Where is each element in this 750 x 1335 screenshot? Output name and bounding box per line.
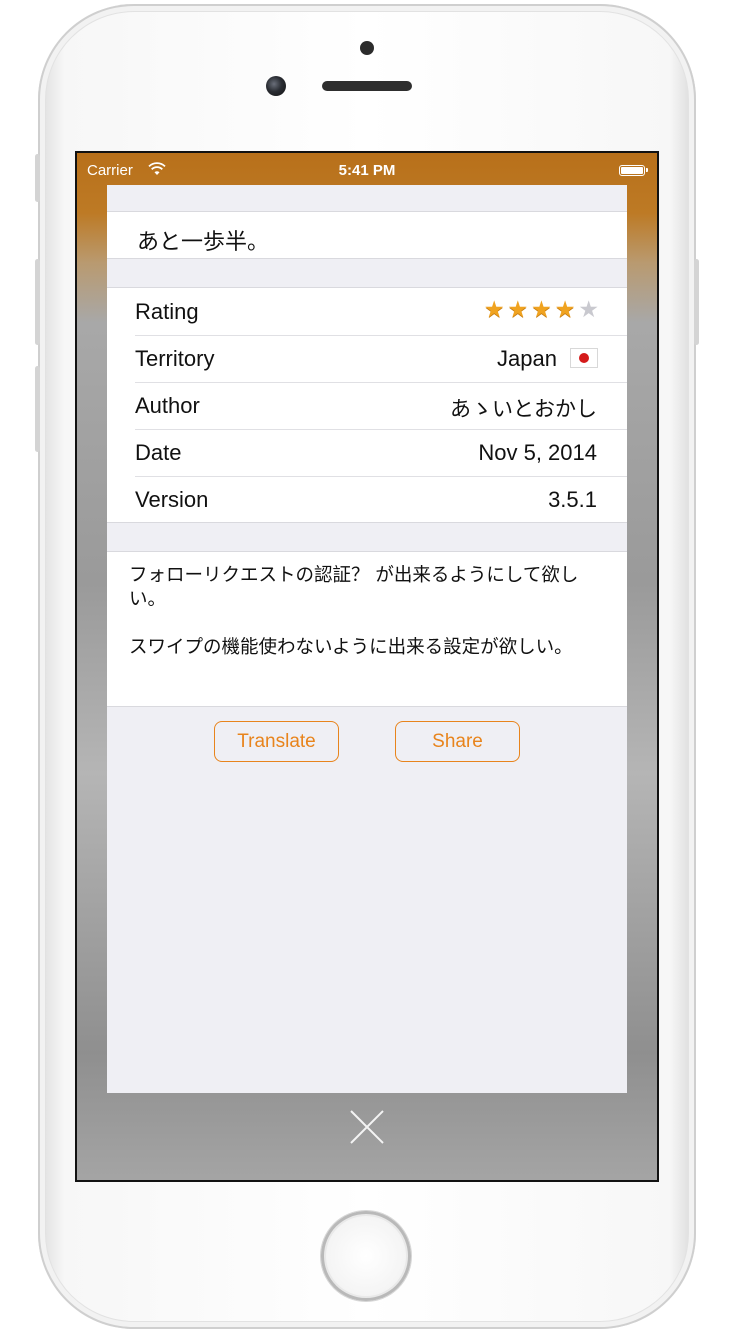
- screen: Carrier 5:41 PM あと一歩半。 Rating ★ ★ ★ ★ ★ Terr…: [75, 151, 659, 1182]
- review-body-paragraph: フォローリクエストの認証？ が出来るようにして欲しい。: [129, 565, 579, 610]
- japan-flag-icon: [571, 349, 597, 368]
- earpiece-speaker: [322, 81, 412, 91]
- review-body-paragraph: スワイプの機能使わないように出来る設定が欲しい。: [129, 637, 573, 658]
- rating-stars: ★ ★ ★ ★ ★: [484, 298, 599, 322]
- review-body-section: フォローリクエストの認証？ が出来るようにして欲しい。 スワイプの機能使わないよ…: [107, 551, 627, 707]
- battery-icon: [619, 165, 648, 176]
- rating-row: Rating ★ ★ ★ ★ ★: [135, 288, 627, 336]
- date-value: Nov 5, 2014: [478, 440, 597, 465]
- mute-switch: [35, 154, 40, 202]
- power-button: [694, 259, 699, 345]
- territory-row: Territory Japan: [135, 335, 627, 383]
- home-button[interactable]: [321, 1211, 411, 1301]
- review-title: あと一歩半。: [137, 230, 270, 255]
- author-value: あゝいとおかし: [450, 397, 597, 421]
- front-camera: [266, 76, 286, 96]
- status-time: 5:41 PM: [338, 162, 396, 179]
- territory-label: Territory: [135, 346, 215, 371]
- date-row: Date Nov 5, 2014: [135, 429, 627, 477]
- status-bar: Carrier 5:41 PM: [77, 153, 657, 189]
- star-filled-icon: ★: [531, 297, 552, 323]
- rating-label: Rating: [135, 299, 199, 324]
- version-row: Version 3.5.1: [135, 476, 627, 523]
- sensor-dot: [360, 41, 374, 55]
- volume-up-button: [35, 259, 40, 345]
- territory-text: Japan: [497, 346, 557, 371]
- review-details-section: Rating ★ ★ ★ ★ ★ Territory Japan Author あゝいと…: [107, 287, 627, 523]
- translate-button[interactable]: Translate: [214, 721, 339, 762]
- star-filled-icon: ★: [483, 297, 505, 323]
- review-title-section: あと一歩半。: [107, 211, 627, 259]
- author-label: Author: [135, 393, 200, 418]
- version-value: 3.5.1: [548, 487, 597, 512]
- volume-down-button: [35, 366, 40, 452]
- date-label: Date: [135, 440, 182, 465]
- review-card: あと一歩半。 Rating ★ ★ ★ ★ ★ Territory Japan Auth…: [107, 185, 627, 1093]
- review-body: フォローリクエストの認証？ が出来るようにして欲しい。 スワイプの機能使わないよ…: [129, 564, 599, 684]
- star-empty-icon: ★: [578, 297, 599, 323]
- territory-value: Japan: [497, 346, 597, 372]
- share-button[interactable]: Share: [395, 721, 520, 762]
- star-filled-icon: ★: [554, 297, 576, 323]
- star-filled-icon: ★: [507, 297, 529, 323]
- author-row: Author あゝいとおかし: [135, 382, 627, 430]
- close-icon[interactable]: [349, 1109, 385, 1145]
- version-label: Version: [135, 487, 209, 512]
